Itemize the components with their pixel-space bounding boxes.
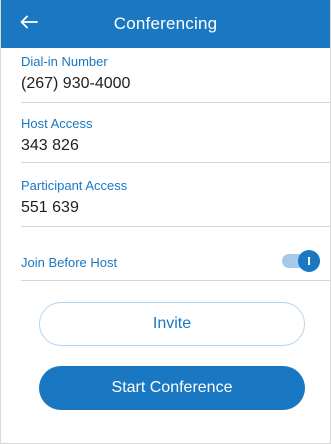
participant-access-label: Participant Access — [21, 178, 128, 193]
dial-in-number-label: Dial-in Number — [21, 54, 108, 69]
participant-access-field: Participant Access 551 639 — [21, 178, 330, 227]
dial-in-number-value[interactable]: (267) 930-4000 — [21, 74, 330, 94]
host-access-label: Host Access — [21, 116, 93, 131]
host-access-value[interactable]: 343 826 — [21, 136, 330, 156]
start-conference-button[interactable]: Start Conference — [39, 366, 305, 410]
app-header: Conferencing — [1, 0, 330, 48]
conferencing-screen: Conferencing Dial-in Number (267) 930-40… — [0, 0, 331, 444]
toggle-on-mark-icon — [308, 257, 310, 265]
invite-button[interactable]: Invite — [39, 302, 305, 346]
dial-in-number-field: Dial-in Number (267) 930-4000 — [21, 54, 330, 103]
join-before-host-label: Join Before Host — [21, 255, 118, 270]
toggle-thumb — [298, 250, 320, 272]
page-title: Conferencing — [113, 14, 218, 33]
join-before-host-row: Join Before Host — [21, 246, 330, 281]
participant-access-value[interactable]: 551 639 — [21, 198, 330, 218]
join-before-host-toggle[interactable] — [282, 250, 320, 272]
host-access-field: Host Access 343 826 — [21, 116, 330, 163]
